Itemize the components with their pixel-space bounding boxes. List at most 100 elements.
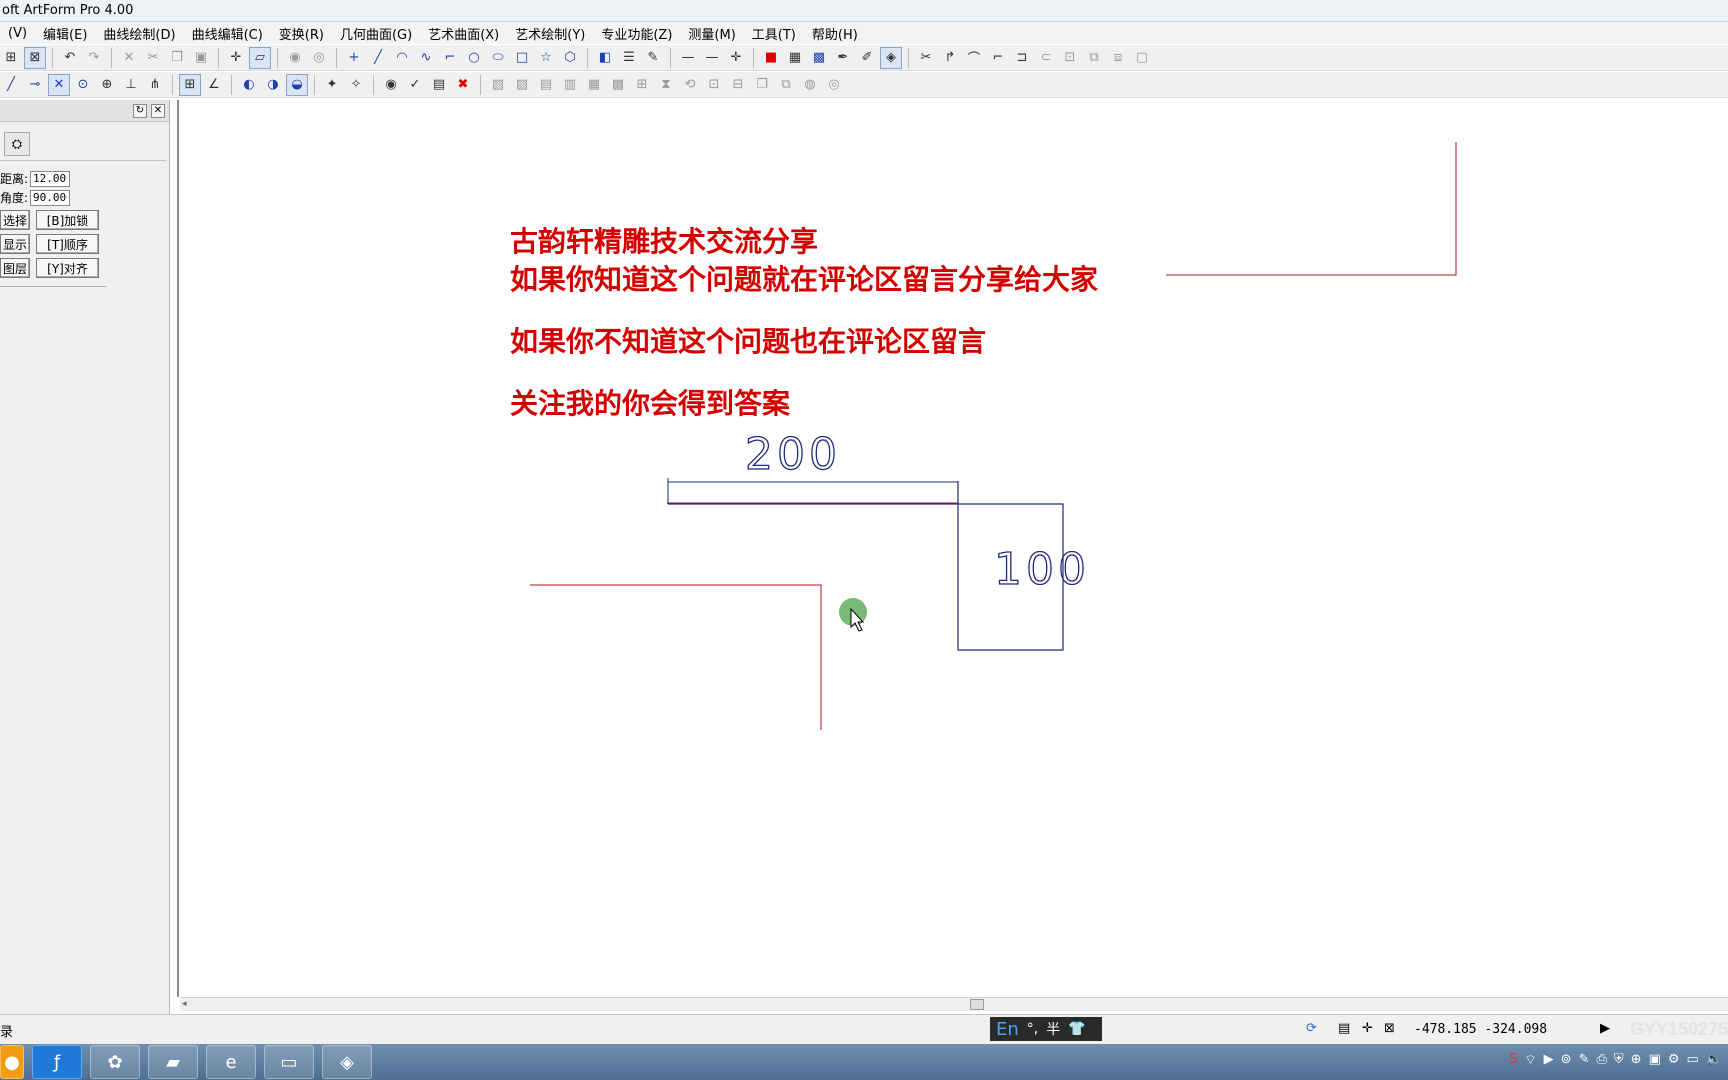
line-style-icon[interactable]: — [677,47,699,69]
circle-icon[interactable]: ○ [463,47,485,69]
ime-language[interactable]: En [996,1019,1019,1040]
copy-icon[interactable]: ❐ [166,47,188,69]
folder-app-icon[interactable]: ▭ [264,1045,314,1079]
close-red-icon[interactable]: ✖ [452,74,474,96]
snap-end-icon[interactable]: ╱ [0,74,22,96]
menu-pro-functions[interactable]: 专业功能(Z) [593,24,680,43]
menu-curve-edit[interactable]: 曲线编辑(C) [184,24,271,43]
undo-icon[interactable]: ↶ [59,47,81,69]
media-icon[interactable]: ▶ [1544,1052,1554,1068]
copy-array-icon[interactable]: ❐ [751,74,773,96]
view-eye3-icon[interactable]: ◒ [286,73,308,96]
shield-icon[interactable]: ⛨ [1614,1052,1624,1068]
ime-skin-icon[interactable]: 👕 [1068,1021,1085,1037]
menu-art-surface[interactable]: 艺术曲面(X) [420,24,507,43]
view-eye2-icon[interactable]: ◑ [262,74,284,96]
view-eye-icon[interactable]: ◐ [238,74,260,96]
polyline-icon[interactable]: ⌐ [439,47,461,69]
menu-art-draw[interactable]: 艺术绘制(Y) [507,24,593,43]
menu-transform[interactable]: 变换(R) [271,24,332,43]
line-width-icon[interactable]: — [701,47,723,69]
show-button[interactable]: 显示 [0,234,30,254]
extend-icon[interactable]: ↱ [939,47,961,69]
baidu-app-icon[interactable]: ✿ [90,1045,140,1079]
redo-icon[interactable]: ↷ [83,47,105,69]
ime-toolbar[interactable]: En °, 半 👕 [990,1017,1102,1041]
menu-help[interactable]: 帮助(H) [804,24,866,43]
menu-tools[interactable]: 工具(T) [744,24,804,43]
sogou-icon[interactable]: S [1509,1052,1517,1068]
align-4-icon[interactable]: ▥ [559,74,581,96]
render-icon[interactable]: ◍ [799,74,821,96]
transform-icon[interactable]: ⧉ [775,74,797,96]
snap-tangent-icon[interactable]: ⋔ [144,74,166,96]
snap-center-icon[interactable]: ⊙ [72,74,94,96]
shade-icon[interactable]: ◉ [284,47,306,69]
pen-icon[interactable]: ✎ [642,47,664,69]
brush-icon[interactable]: ✐ [856,47,878,69]
ellipse-icon[interactable]: ⬭ [487,47,509,69]
flash-app-icon[interactable]: ƒ [32,1045,82,1079]
wifi-icon[interactable]: ⌔ [1524,1052,1536,1068]
node-edit-icon[interactable]: ✦ [321,74,343,96]
scroll-left-icon[interactable]: ◂ [182,999,187,1009]
crosshair-icon[interactable]: ✛ [225,47,247,69]
grid-icon[interactable]: ⊞ [0,47,22,69]
check-icon[interactable]: ✓ [404,74,426,96]
shade-alt-icon[interactable]: ◎ [308,47,330,69]
monitor-icon[interactable]: ▭ [1687,1052,1699,1068]
close-icon[interactable]: ✕ [151,103,165,118]
array-icon[interactable]: ▩ [607,74,629,96]
pen-tray-icon[interactable]: ✎ [1579,1052,1590,1068]
snap-perp-icon[interactable]: ⊥ [120,74,142,96]
point-icon[interactable]: + [343,47,365,69]
menu-curve-draw[interactable]: 曲线绘制(D) [95,24,183,43]
boolean-union-icon[interactable]: ⧉ [1083,47,1105,69]
ime-punct-icon[interactable]: °, [1027,1021,1038,1037]
align-5-icon[interactable]: ▦ [583,74,605,96]
offset-icon[interactable]: ⊐ [1011,47,1033,69]
hatch-icon[interactable]: ☰ [618,47,640,69]
order-button[interactable]: [T]顺序 [36,234,99,254]
align-button[interactable]: [Y]对齐 [36,258,99,278]
align-2-icon[interactable]: ▨ [511,74,533,96]
menu-edit[interactable]: 编辑(E) [35,24,95,43]
panel-tool-icon[interactable]: ⛭ [4,132,30,156]
spline-icon[interactable]: ∿ [415,47,437,69]
boolean-subtract-icon[interactable]: ⧈ [1107,47,1129,69]
trim-icon[interactable]: ✂ [915,47,937,69]
align-3-icon[interactable]: ▤ [535,74,557,96]
notepad-app-icon[interactable]: ▰ [148,1045,198,1079]
group-icon[interactable]: ⊡ [703,74,725,96]
delete-icon[interactable]: ✕ [118,47,140,69]
menu-view[interactable]: (V) [0,26,35,41]
layers-icon[interactable]: ◧ [594,47,616,69]
paste-icon[interactable]: ▣ [190,47,212,69]
start-orb-icon[interactable]: ● [0,1045,24,1079]
ime-width[interactable]: 半 [1046,1019,1060,1039]
browser-app-icon[interactable]: e [206,1045,256,1079]
color-red-icon[interactable]: ■ [760,47,782,69]
cut-icon[interactable]: ✂ [142,47,164,69]
fill-bucket-icon[interactable]: ◈ [880,46,902,69]
refresh-icon[interactable]: ⟳ [1306,1021,1317,1036]
view-3d-icon[interactable]: ▱ [249,46,271,69]
rotate-icon[interactable]: ⟲ [679,74,701,96]
document-icon[interactable]: ▤ [428,74,450,96]
menu-measure[interactable]: 测量(M) [680,24,743,43]
play-icon[interactable]: ▶ [1600,1021,1610,1036]
snap-intersect-icon[interactable]: ✕ [48,73,70,96]
snap-quadrant-icon[interactable]: ⊕ [96,74,118,96]
rectangle-icon[interactable]: □ [511,47,533,69]
select-button[interactable]: 选择 [0,210,30,230]
pin-icon[interactable]: ↻ [133,103,147,118]
snap-mid-icon[interactable]: ⊸ [24,74,46,96]
eyedropper-icon[interactable]: ✒ [832,47,854,69]
snap-icon[interactable]: ✛ [725,47,747,69]
add-icon[interactable]: ⊕ [1631,1052,1642,1068]
fillet-icon[interactable]: ⌒ [963,47,985,69]
menu-geometry-surface[interactable]: 几何曲面(G) [332,24,420,43]
align-1-icon[interactable]: ▧ [487,74,509,96]
artform-app-icon[interactable]: ◈ [322,1045,372,1079]
drawing-canvas[interactable]: 古韵轩精雕技术交流分享 如果你知道这个问题就在评论区留言分享给大家 如果你不知道… [177,100,1728,997]
